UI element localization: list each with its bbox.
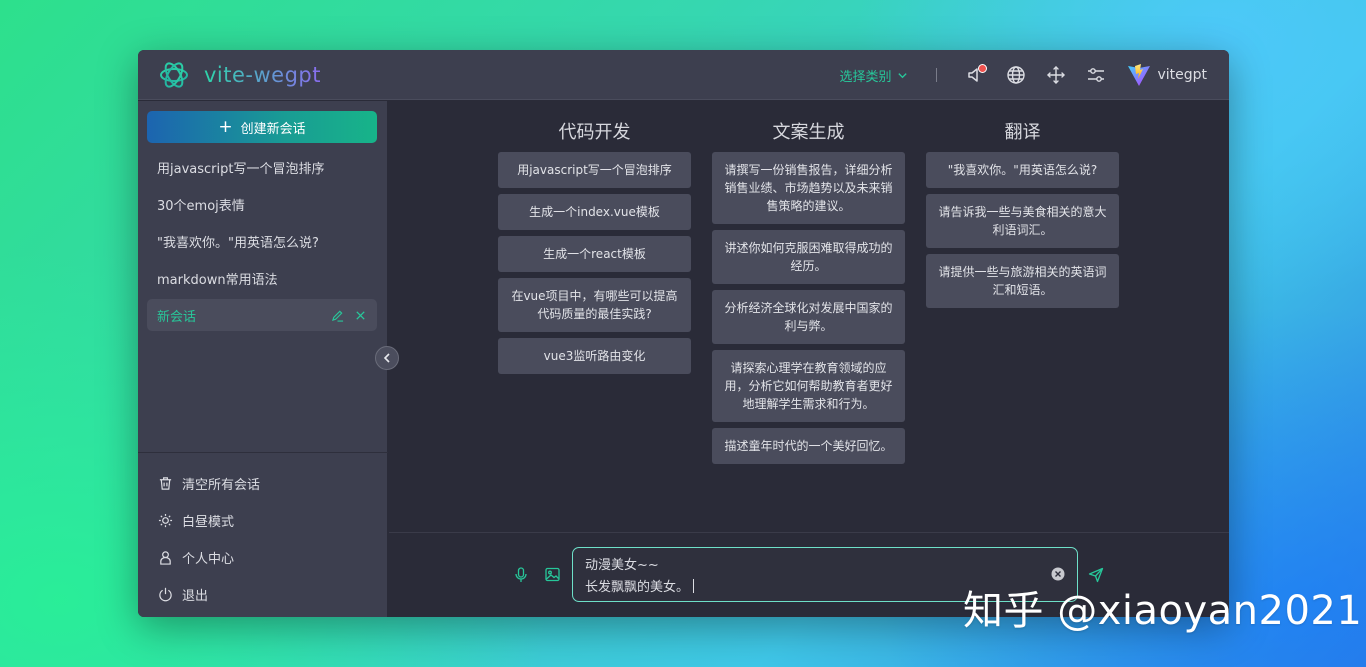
logout-link[interactable]: 退出 — [158, 576, 260, 613]
prompt-card[interactable]: "我喜欢你。"用英语怎么说? — [926, 152, 1119, 188]
prompt-card[interactable]: 分析经济全球化对发展中国家的利与弊。 — [712, 290, 905, 344]
openai-logo-icon — [158, 59, 190, 91]
header-toolbar: 选择类别 — [839, 50, 1229, 100]
user-icon — [158, 550, 173, 565]
prompt-card[interactable]: 描述童年时代的一个美好回忆。 — [712, 428, 905, 464]
conversation-item[interactable]: "我喜欢你。"用英语怎么说? — [147, 225, 377, 257]
prompt-card[interactable]: 请告诉我一些与美食相关的意大利语词汇。 — [926, 194, 1119, 248]
prompt-column-copywriting: 文案生成 请撰写一份销售报告，详细分析销售业绩、市场趋势以及未来销售策略的建议。… — [712, 119, 905, 470]
category-select[interactable]: 选择类别 — [839, 66, 908, 85]
conversation-label: 新会话 — [157, 306, 196, 325]
prompt-card[interactable]: 用javascript写一个冒泡排序 — [498, 152, 691, 188]
close-icon[interactable] — [354, 309, 367, 322]
globe-icon — [1006, 65, 1026, 85]
light-mode-label: 白昼模式 — [182, 511, 234, 530]
clear-all-label: 清空所有会话 — [182, 474, 260, 493]
conversation-label: "我喜欢你。"用英语怎么说? — [157, 232, 319, 251]
message-input-text[interactable]: 动漫美女~~ 长发飘飘的美女。 — [585, 555, 694, 599]
watermark: 知乎 @xiaoyan2021 — [963, 578, 1362, 636]
conversation-item[interactable]: 用javascript写一个冒泡排序 — [147, 151, 377, 183]
logo[interactable]: vite-wegpt — [158, 59, 321, 91]
column-title: 文案生成 — [712, 119, 905, 147]
chevron-down-icon — [897, 70, 908, 81]
prompt-card[interactable]: 请提供一些与旅游相关的英语词汇和短语。 — [926, 254, 1119, 308]
message-line-1: 动漫美女~~ — [585, 558, 659, 573]
conversation-label: 30个emoj表情 — [157, 195, 245, 214]
new-chat-label: 创建新会话 — [241, 118, 306, 137]
conversation-item[interactable]: 30个emoj表情 — [147, 188, 377, 220]
prompt-card[interactable]: 生成一个index.vue模板 — [498, 194, 691, 230]
prompt-column-translate: 翻译 "我喜欢你。"用英语怎么说? 请告诉我一些与美食相关的意大利语词汇。 请提… — [926, 119, 1119, 470]
profile-label: 个人中心 — [182, 548, 234, 567]
column-title: 代码开发 — [498, 119, 691, 147]
power-icon — [158, 587, 173, 602]
vite-logo-icon — [1127, 63, 1151, 87]
conversation-label: 用javascript写一个冒泡排序 — [157, 158, 324, 177]
app-window: vite-wegpt 选择类别 — [138, 50, 1229, 617]
header-divider — [936, 68, 937, 82]
message-line-2: 长发飘飘的美女。 — [585, 580, 689, 595]
prompt-card[interactable]: 请探索心理学在教育领域的应用，分析它如何帮助教育者更好地理解学生需求和行为。 — [712, 350, 905, 422]
category-select-label: 选择类别 — [839, 66, 891, 85]
prompt-card[interactable]: 生成一个react模板 — [498, 236, 691, 272]
microphone-icon[interactable] — [514, 567, 528, 583]
conversation-item[interactable]: markdown常用语法 — [147, 262, 377, 294]
prompt-columns: 代码开发 用javascript写一个冒泡排序 生成一个index.vue模板 … — [498, 119, 1119, 470]
settings-sliders-icon — [1086, 65, 1106, 85]
sidebar-footer-links: 清空所有会话 白昼模式 个人中心 退出 — [158, 465, 260, 613]
new-chat-button[interactable]: + 创建新会话 — [147, 111, 377, 143]
prompt-card[interactable]: 在vue项目中，有哪些可以提高代码质量的最佳实践? — [498, 278, 691, 332]
language-button[interactable] — [1005, 64, 1027, 86]
chevron-left-icon — [381, 352, 393, 364]
composer-divider — [389, 532, 1229, 533]
prompt-column-code: 代码开发 用javascript写一个冒泡排序 生成一个index.vue模板 … — [498, 119, 691, 470]
logout-label: 退出 — [182, 585, 208, 604]
brand-name: vitegpt — [1157, 67, 1207, 83]
prompt-card[interactable]: vue3监听路由变化 — [498, 338, 691, 374]
sidebar-collapse-button[interactable] — [375, 346, 399, 370]
prompt-card[interactable]: 请撰写一份销售报告，详细分析销售业绩、市场趋势以及未来销售策略的建议。 — [712, 152, 905, 224]
notification-button[interactable] — [965, 64, 987, 86]
conversation-item-active[interactable]: 新会话 — [147, 299, 377, 331]
profile-link[interactable]: 个人中心 — [158, 539, 260, 576]
conversation-list: 用javascript写一个冒泡排序 30个emoj表情 "我喜欢你。"用英语怎… — [147, 151, 377, 336]
image-icon[interactable] — [545, 567, 560, 582]
sun-icon — [158, 513, 173, 528]
main-content: 代码开发 用javascript写一个冒泡排序 生成一个index.vue模板 … — [389, 101, 1229, 617]
brand[interactable]: vitegpt — [1127, 63, 1207, 87]
trash-icon — [158, 476, 173, 491]
light-mode-link[interactable]: 白昼模式 — [158, 502, 260, 539]
settings-button[interactable] — [1085, 64, 1107, 86]
column-title: 翻译 — [926, 119, 1119, 147]
prompt-card[interactable]: 讲述你如何克服困难取得成功的经历。 — [712, 230, 905, 284]
clear-all-conversations-link[interactable]: 清空所有会话 — [158, 465, 260, 502]
move-button[interactable] — [1045, 64, 1067, 86]
plus-icon: + — [218, 119, 232, 136]
edit-icon[interactable] — [331, 309, 344, 322]
app-title: vite-wegpt — [204, 63, 321, 87]
sidebar-divider — [138, 452, 388, 453]
sidebar: + 创建新会话 用javascript写一个冒泡排序 30个emoj表情 "我喜… — [138, 101, 388, 617]
top-header: vite-wegpt 选择类别 — [138, 50, 1229, 100]
conversation-actions — [331, 299, 367, 331]
conversation-label: markdown常用语法 — [157, 269, 278, 288]
text-caret — [693, 579, 694, 593]
move-icon — [1046, 65, 1066, 85]
